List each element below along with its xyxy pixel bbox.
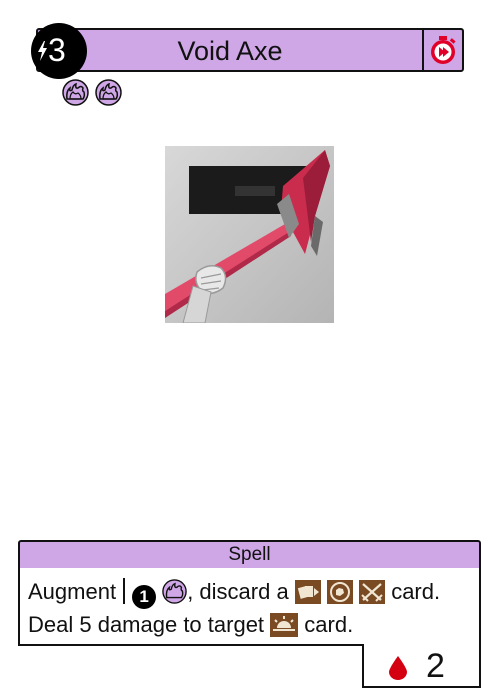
card-type-bar: Spell — [18, 540, 481, 570]
rules-text-box: Augment 1 , discard a card. Deal 5 damage… — [18, 568, 481, 646]
rules-card-word-2: card. — [304, 612, 354, 637]
stopwatch-icon — [431, 36, 456, 64]
rules-card-word-1: card. — [391, 579, 441, 604]
fist-icon — [326, 580, 353, 604]
sunrise-icon — [270, 613, 299, 637]
number-badge: 1 — [132, 585, 157, 609]
card-title-bar: Void Axe — [36, 28, 464, 72]
card-type: Spell — [228, 544, 271, 565]
void-token-row — [62, 79, 124, 107]
void-token-icon — [62, 79, 89, 106]
resource-box: 2 — [362, 644, 481, 688]
cards-icon — [294, 580, 321, 604]
void-token-icon — [162, 579, 187, 604]
rules-line-1: Augment 1 , discard a card. — [28, 576, 479, 609]
cost-value: 3 — [48, 32, 66, 68]
resource-value: 2 — [426, 647, 445, 685]
crossed-swords-icon — [359, 580, 386, 604]
rules-damage-text: Deal 5 damage to target — [28, 612, 265, 637]
cost-badge: 3 — [31, 23, 87, 79]
blood-drop-icon — [389, 656, 407, 680]
card-art-axe — [165, 146, 334, 323]
title-divider — [422, 30, 424, 70]
augment-keyword: Augment — [28, 579, 117, 604]
void-token-icon — [95, 79, 123, 106]
separator-bar — [123, 578, 126, 604]
rules-line-2: Deal 5 damage to target card. — [28, 609, 479, 640]
card-name: Void Axe — [177, 36, 283, 66]
lightning-bolt-icon — [38, 41, 47, 61]
rules-discard-text: , discard a — [187, 579, 289, 604]
